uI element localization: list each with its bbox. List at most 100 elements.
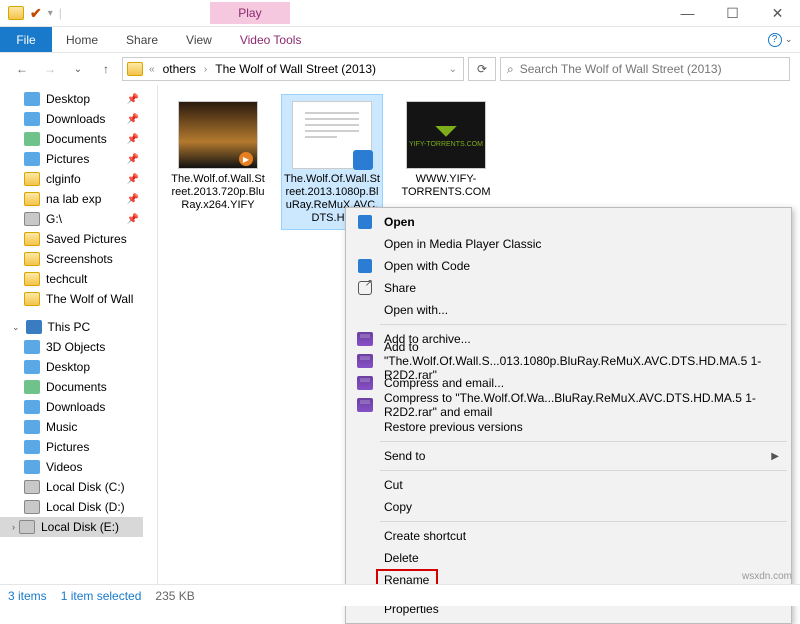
- ctx-separator: [380, 521, 787, 522]
- pin-icon: 📌: [127, 154, 139, 165]
- search-input[interactable]: [520, 62, 783, 76]
- navigation-pane[interactable]: Desktop📌 Downloads📌 Documents📌 Pictures📌…: [0, 85, 158, 585]
- sidebar-label: techcult: [46, 272, 87, 286]
- share-tab[interactable]: Share: [112, 27, 172, 52]
- sidebar-item-videos[interactable]: Videos: [0, 457, 157, 477]
- documents-icon: [24, 380, 40, 394]
- sidebar-label: G:\: [46, 212, 62, 226]
- torrent-thumbnail-icon: ◥◤ YIFY-TORRENTS.COM: [406, 101, 486, 169]
- pc-icon: [26, 320, 42, 334]
- vscode-icon: [356, 214, 374, 230]
- forward-button[interactable]: →: [38, 57, 62, 81]
- address-row: ← → ⌄ ↑ « others › The Wolf of Wall Stre…: [0, 53, 800, 85]
- pin-icon: 📌: [127, 94, 139, 105]
- window-controls: — ☐ ✕: [665, 0, 800, 27]
- recent-locations-button[interactable]: ⌄: [66, 57, 90, 81]
- sidebar-item-3dobjects[interactable]: 3D Objects: [0, 337, 157, 357]
- contextual-tab-play[interactable]: Play: [210, 2, 290, 24]
- sidebar-item-screenshots[interactable]: Screenshots: [0, 249, 157, 269]
- sidebar-item-documents2[interactable]: Documents: [0, 377, 157, 397]
- sidebar-item-downloads2[interactable]: Downloads: [0, 397, 157, 417]
- ctx-compress-to-email[interactable]: Compress to "The.Wolf.Of.Wa...BluRay.ReM…: [348, 394, 789, 416]
- ctx-open-code[interactable]: Open with Code: [348, 255, 789, 277]
- ctx-copy[interactable]: Copy: [348, 496, 789, 518]
- ctx-add-to-rar[interactable]: Add to "The.Wolf.Of.Wall.S...013.1080p.B…: [348, 350, 789, 372]
- file-item-torrent[interactable]: ◥◤ YIFY-TORRENTS.COM WWW.YIFY-TORRENTS.C…: [396, 95, 496, 203]
- ctx-open-mpc[interactable]: Open in Media Player Classic: [348, 233, 789, 255]
- up-button[interactable]: ↑: [94, 57, 118, 81]
- winrar-icon: [356, 397, 374, 413]
- addressbar-dropdown-icon[interactable]: ⌄: [447, 64, 459, 75]
- sidebar-item-music[interactable]: Music: [0, 417, 157, 437]
- ctx-label: Share: [384, 281, 416, 295]
- chevron-icon[interactable]: ›: [202, 64, 209, 75]
- sidebar-label: Downloads: [46, 112, 105, 126]
- blank-icon: [356, 302, 374, 318]
- title-bar: ✔ ▾ | Play — ☐ ✕: [0, 0, 800, 27]
- sidebar-item-clginfo[interactable]: clginfo📌: [0, 169, 157, 189]
- music-icon: [24, 420, 40, 434]
- blank-icon: [356, 236, 374, 252]
- sidebar-item-localdisk-d[interactable]: Local Disk (D:): [0, 497, 157, 517]
- maximize-button[interactable]: ☐: [710, 0, 755, 27]
- back-button[interactable]: ←: [10, 57, 34, 81]
- ctx-separator: [380, 324, 787, 325]
- objects3d-icon: [24, 340, 40, 354]
- ctx-restore[interactable]: Restore previous versions: [348, 416, 789, 438]
- sidebar-item-desktop2[interactable]: Desktop: [0, 357, 157, 377]
- qat-separator: |: [59, 6, 62, 20]
- ctx-share[interactable]: Share: [348, 277, 789, 299]
- pin-icon: 📌: [127, 174, 139, 185]
- blank-icon: [356, 550, 374, 566]
- sidebar-item-localdisk-e[interactable]: ›Local Disk (E:): [0, 517, 157, 537]
- ctx-create-shortcut[interactable]: Create shortcut: [348, 525, 789, 547]
- close-button[interactable]: ✕: [755, 0, 800, 27]
- sidebar-scrollbar[interactable]: [143, 85, 157, 585]
- drive-icon: [24, 500, 40, 514]
- sidebar-label: Desktop: [46, 360, 90, 374]
- breadcrumb-current[interactable]: The Wolf of Wall Street (2013): [213, 62, 378, 76]
- sidebar-item-savedpics[interactable]: Saved Pictures: [0, 229, 157, 249]
- sidebar-item-desktop[interactable]: Desktop📌: [0, 89, 157, 109]
- sidebar-item-techcult[interactable]: techcult: [0, 269, 157, 289]
- ctx-open-with[interactable]: Open with...: [348, 299, 789, 321]
- chevron-icon[interactable]: «: [147, 64, 157, 75]
- sidebar-item-downloads[interactable]: Downloads📌: [0, 109, 157, 129]
- folder-icon: [8, 6, 24, 20]
- ctx-cut[interactable]: Cut: [348, 474, 789, 496]
- ribbon-help-dropdown[interactable]: ? ⌄: [760, 27, 800, 52]
- sidebar-label: Local Disk (C:): [46, 480, 125, 494]
- home-tab[interactable]: Home: [52, 27, 112, 52]
- minimize-button[interactable]: —: [665, 0, 710, 27]
- sidebar-label: Pictures: [46, 440, 89, 454]
- address-bar[interactable]: « others › The Wolf of Wall Street (2013…: [122, 57, 464, 81]
- ctx-label: Send to: [384, 449, 425, 463]
- video-tools-tab[interactable]: Video Tools: [226, 27, 316, 52]
- desktop-icon: [24, 360, 40, 374]
- drive-icon: [24, 480, 40, 494]
- sidebar-label: Documents: [46, 132, 107, 146]
- sidebar-item-pictures2[interactable]: Pictures: [0, 437, 157, 457]
- breadcrumb-others[interactable]: others: [161, 62, 198, 76]
- file-item-video[interactable]: The.Wolf.of.Wall.Street.2013.720p.BluRay…: [168, 95, 268, 216]
- sidebar-thispc-header[interactable]: ⌄This PC: [0, 317, 157, 337]
- sidebar-item-gdrive[interactable]: G:\📌: [0, 209, 157, 229]
- ctx-label: Open with Code: [384, 259, 470, 273]
- search-box[interactable]: ⌕: [500, 57, 790, 81]
- ctx-delete[interactable]: Delete: [348, 547, 789, 569]
- refresh-button[interactable]: ⟳: [468, 57, 496, 81]
- folder-icon: [24, 192, 40, 206]
- ctx-send-to[interactable]: Send to▶: [348, 445, 789, 467]
- file-tab[interactable]: File: [0, 27, 52, 52]
- sidebar-item-localdisk-c[interactable]: Local Disk (C:): [0, 477, 157, 497]
- sidebar-label: Downloads: [46, 400, 105, 414]
- sidebar-item-wolf[interactable]: The Wolf of Wall: [0, 289, 157, 309]
- view-tab[interactable]: View: [172, 27, 226, 52]
- sidebar-item-pictures[interactable]: Pictures📌: [0, 149, 157, 169]
- folder-icon: [24, 272, 40, 286]
- qat-check-icon[interactable]: ✔: [30, 5, 42, 22]
- sidebar-item-documents[interactable]: Documents📌: [0, 129, 157, 149]
- qat-dropdown-icon[interactable]: ▾: [48, 8, 53, 19]
- ctx-open[interactable]: Open: [348, 211, 789, 233]
- sidebar-item-nalab[interactable]: na lab exp📌: [0, 189, 157, 209]
